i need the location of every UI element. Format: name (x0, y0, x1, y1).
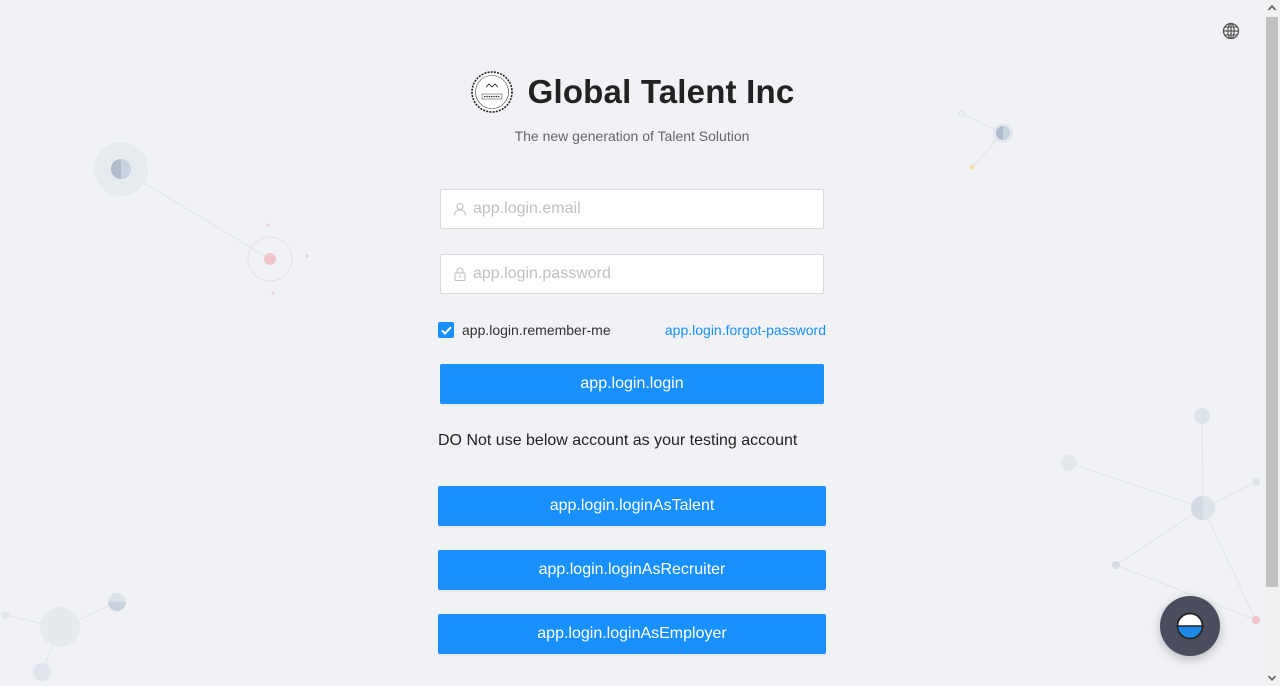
chat-button[interactable] (1160, 596, 1220, 656)
chat-bot-icon (1176, 612, 1204, 640)
login-button[interactable]: app.login.login (440, 364, 824, 404)
login-page: Global Talent Inc The new generation of … (0, 0, 1280, 686)
user-icon (453, 202, 467, 216)
remember-me-label: app.login.remember-me (462, 322, 611, 338)
brand: Global Talent Inc (0, 70, 1264, 114)
login-as-talent-button[interactable]: app.login.loginAsTalent (438, 486, 826, 526)
login-header: Global Talent Inc The new generation of … (0, 70, 1264, 144)
scroll-down-arrow-icon[interactable] (1264, 670, 1280, 686)
scroll-up-arrow-icon[interactable] (1264, 0, 1280, 16)
checkbox-checked-icon[interactable] (438, 322, 454, 338)
app-title: Global Talent Inc (527, 73, 795, 110)
password-field[interactable] (440, 254, 824, 294)
remember-me-checkbox[interactable]: app.login.remember-me (438, 322, 611, 338)
forgot-password-link[interactable]: app.login.forgot-password (665, 322, 826, 338)
remember-row: app.login.remember-me app.login.forgot-p… (438, 320, 826, 340)
lock-icon (454, 267, 466, 281)
app-subtitle: The new generation of Talent Solution (514, 128, 750, 144)
page-scrollbar[interactable] (1264, 0, 1280, 686)
talent-logo (470, 71, 513, 113)
login-as-recruiter-button[interactable]: app.login.loginAsRecruiter (438, 550, 826, 590)
login-as-employer-button[interactable]: app.login.loginAsEmployer (438, 614, 826, 654)
demo-account-notice: DO Not use below account as your testing… (438, 432, 798, 449)
globe-icon[interactable] (1221, 21, 1241, 41)
password-input[interactable] (471, 255, 823, 293)
email-input[interactable] (471, 190, 823, 228)
email-field[interactable] (440, 189, 824, 229)
scrollbar-thumb[interactable] (1266, 17, 1278, 587)
